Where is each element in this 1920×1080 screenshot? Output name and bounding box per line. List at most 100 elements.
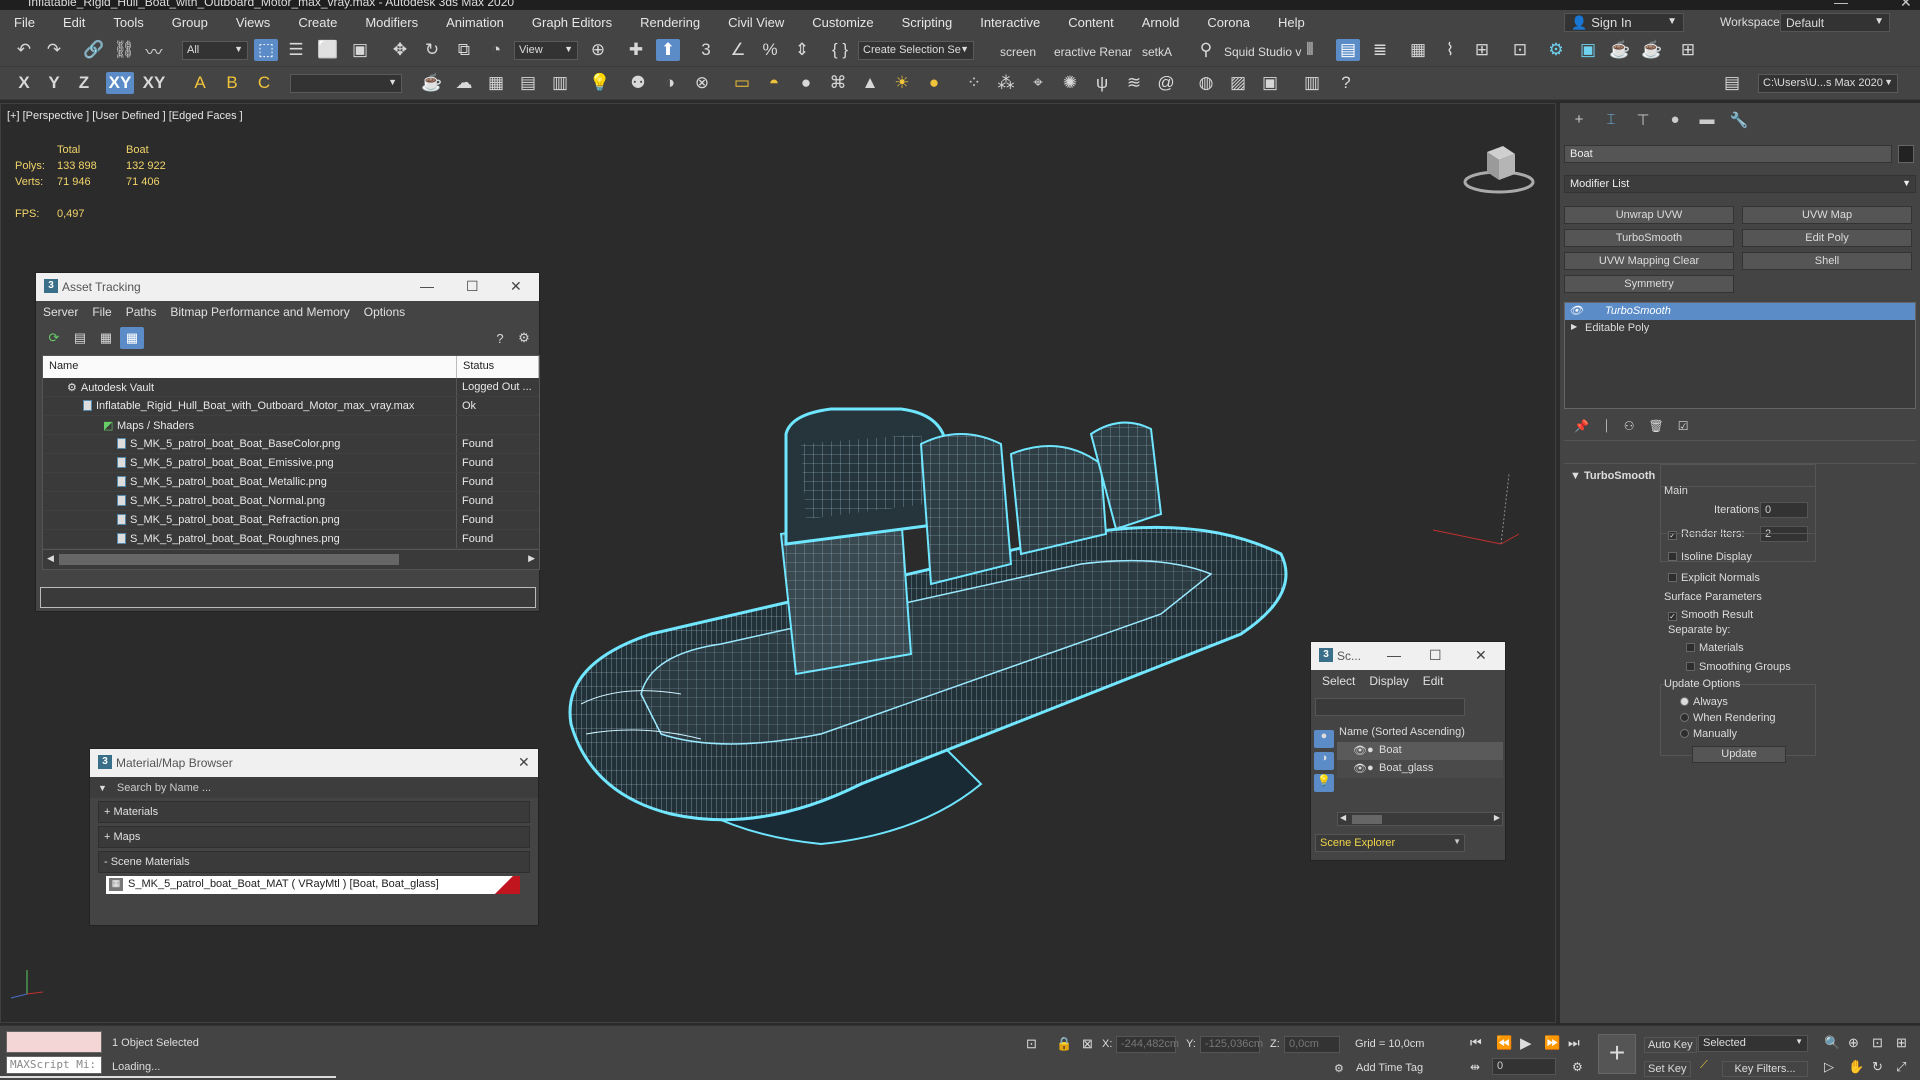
- scene-material-item[interactable]: ▦ S_MK_5_patrol_boat_Boat_MAT ( VRayMtl …: [106, 876, 520, 894]
- at-menu-file[interactable]: File: [85, 305, 118, 319]
- key-tangent-icon[interactable]: ⟋: [1700, 1059, 1708, 1072]
- x-coord-field[interactable]: -244,482cm: [1116, 1036, 1179, 1053]
- ledger-icon[interactable]: ▤: [516, 72, 540, 94]
- menu-group[interactable]: Group: [158, 15, 222, 30]
- table-row[interactable]: ⚙ Autodesk Vault Logged Out ...: [43, 378, 539, 397]
- explicit-normals-checkbox[interactable]: Explicit Normals: [1668, 572, 1760, 584]
- cone-icon[interactable]: ▲: [858, 72, 882, 94]
- time-configuration-icon[interactable]: ⚙: [1572, 1060, 1583, 1074]
- menu-animation[interactable]: Animation: [432, 15, 518, 30]
- redo-icon[interactable]: ↷: [42, 39, 66, 61]
- display-objects-icon[interactable]: ●: [1314, 730, 1334, 748]
- expand-arrow-icon[interactable]: ▶: [1571, 322, 1577, 331]
- key-filter-select[interactable]: Selected ▼: [1698, 1035, 1808, 1052]
- light-icon[interactable]: 💡: [588, 72, 612, 94]
- smooth-result-checkbox[interactable]: ✓ Smooth Result: [1668, 609, 1753, 621]
- se-menu-display[interactable]: Display: [1362, 674, 1415, 688]
- globe-icon[interactable]: ◍: [1194, 72, 1218, 94]
- blank-dropdown[interactable]: ▼: [290, 74, 402, 93]
- close-icon[interactable]: ✕: [1900, 0, 1912, 10]
- mirror-icon[interactable]: ⫴: [1298, 39, 1322, 61]
- eye-icon[interactable]: 👁: [1569, 304, 1583, 317]
- render-production-icon[interactable]: ☕: [1608, 39, 1632, 61]
- column-status[interactable]: Status: [457, 356, 539, 378]
- object-color-swatch[interactable]: [1898, 145, 1914, 163]
- refresh-icon[interactable]: ⟳: [42, 327, 66, 349]
- spinner-snap-icon[interactable]: ⇕: [790, 39, 814, 61]
- project-folder-icon[interactable]: ▤: [1720, 72, 1744, 94]
- isolate-selection-icon[interactable]: ⊡: [1026, 1036, 1037, 1052]
- window-crossing-icon[interactable]: ▣: [348, 39, 372, 61]
- add-time-tag[interactable]: Add Time Tag: [1356, 1062, 1423, 1074]
- uvw-map-button[interactable]: UVW Map: [1742, 206, 1912, 224]
- axis-xy-button[interactable]: XY: [106, 72, 134, 94]
- pan-view-icon[interactable]: ✋: [1848, 1059, 1864, 1075]
- horizontal-scrollbar[interactable]: ◀ ▶: [43, 549, 539, 569]
- material-browser-titlebar[interactable]: 3 Material/Map Browser ✕: [90, 749, 538, 777]
- zoom-extents-icon[interactable]: ⊡: [1872, 1035, 1883, 1051]
- show-end-result-icon[interactable]: ⏐: [1603, 419, 1610, 440]
- at-menu-server[interactable]: Server: [36, 305, 85, 319]
- move-icon[interactable]: ✥: [388, 39, 412, 61]
- y-coord-field[interactable]: -125,036cm: [1200, 1036, 1263, 1053]
- motion-tab-icon[interactable]: ●: [1664, 111, 1686, 131]
- table-row[interactable]: S_MK_5_patrol_boat_Boat_Metallic.png Foun…: [43, 473, 539, 492]
- column-header[interactable]: Name (Sorted Ascending): [1337, 724, 1503, 742]
- configure-sets-icon[interactable]: ☑: [1678, 419, 1689, 440]
- smoothing-groups-checkbox[interactable]: Smoothing Groups: [1686, 661, 1791, 673]
- scale-icon[interactable]: ⧉: [452, 39, 476, 61]
- unwrap-uvw-button[interactable]: Unwrap UVW: [1564, 206, 1734, 224]
- scatter-icon[interactable]: ✺: [1058, 72, 1082, 94]
- close-icon[interactable]: ✕: [1475, 647, 1487, 664]
- menu-views[interactable]: Views: [222, 15, 284, 30]
- boat-model[interactable]: [561, 364, 1301, 864]
- chevron-right-icon[interactable]: ▶: [1494, 813, 1500, 822]
- orbit-icon[interactable]: ↻: [1872, 1059, 1883, 1075]
- close-icon[interactable]: ✕: [510, 278, 522, 295]
- viewport-label[interactable]: [+] [Perspective ] [User Defined ] [Edge…: [7, 110, 243, 122]
- hierarchy-tab-icon[interactable]: ⊤: [1632, 111, 1654, 131]
- eye-icon[interactable]: 👁: [1353, 744, 1367, 757]
- zoom-all-icon[interactable]: ⊕: [1848, 1035, 1859, 1051]
- help-icon[interactable]: ?: [1334, 72, 1358, 94]
- rollout-title[interactable]: ▼ TurboSmooth: [1570, 470, 1655, 482]
- proxy-icon[interactable]: ⌖: [1026, 72, 1050, 94]
- maximize-viewport-icon[interactable]: ⤢: [1896, 1059, 1906, 1075]
- column-name[interactable]: Name: [43, 356, 457, 378]
- table-row[interactable]: S_MK_5_patrol_boat_Boat_Refraction.png Fo…: [43, 511, 539, 530]
- sign-in-button[interactable]: 👤 Sign In ▼: [1564, 13, 1684, 32]
- chevron-left-icon[interactable]: ◀: [47, 553, 54, 564]
- sphere-half-icon[interactable]: ◑: [658, 72, 682, 94]
- asset-path-field[interactable]: [40, 587, 536, 608]
- se-menu-select[interactable]: Select: [1315, 674, 1362, 688]
- previous-frame-icon[interactable]: ⏪: [1496, 1035, 1512, 1051]
- table-icon[interactable]: ▥: [548, 72, 572, 94]
- select-manipulate-icon[interactable]: ✚: [624, 39, 648, 61]
- make-unique-icon[interactable]: ⚇: [1624, 419, 1635, 440]
- sphere-checker-icon[interactable]: ⊗: [690, 72, 714, 94]
- grid-dots-icon[interactable]: ⁘: [962, 72, 986, 94]
- menu-create[interactable]: Create: [284, 15, 351, 30]
- shell-button[interactable]: Shell: [1742, 252, 1912, 270]
- dome-icon[interactable]: ◓: [762, 72, 786, 94]
- grass-icon[interactable]: ψ: [1090, 72, 1114, 94]
- scene-explorer-selector[interactable]: Scene Explorer ▼: [1315, 834, 1465, 852]
- scene-explorer-toggle-icon[interactable]: ▤: [1336, 39, 1360, 61]
- chevron-down-icon[interactable]: ▼: [98, 783, 107, 793]
- chevron-right-icon[interactable]: ▶: [528, 553, 535, 564]
- axis-x-button[interactable]: X: [12, 72, 36, 94]
- at-menu-bitmap[interactable]: Bitmap Performance and Memory: [163, 305, 356, 319]
- picture-icon[interactable]: ▨: [1226, 72, 1250, 94]
- display-lights-icon[interactable]: 💡: [1314, 774, 1334, 792]
- display-tab-icon[interactable]: ▬: [1696, 111, 1718, 131]
- text-c-icon[interactable]: C: [252, 72, 276, 94]
- help-settings-icon[interactable]: ⚙: [512, 327, 536, 349]
- remove-modifier-icon[interactable]: 🗑: [1649, 419, 1664, 440]
- asset-tracking-window[interactable]: 3 Asset Tracking — ☐ ✕ Server File Paths…: [35, 272, 540, 612]
- menu-content[interactable]: Content: [1054, 15, 1128, 30]
- stack-item-turbosmooth[interactable]: 👁 TurboSmooth: [1565, 303, 1915, 320]
- uvw-mapping-clear-button[interactable]: UVW Mapping Clear: [1564, 252, 1734, 270]
- close-icon[interactable]: ✕: [518, 754, 530, 771]
- squid-icon[interactable]: ⚲: [1194, 39, 1218, 61]
- frame-buffer-icon[interactable]: ▣: [1258, 72, 1282, 94]
